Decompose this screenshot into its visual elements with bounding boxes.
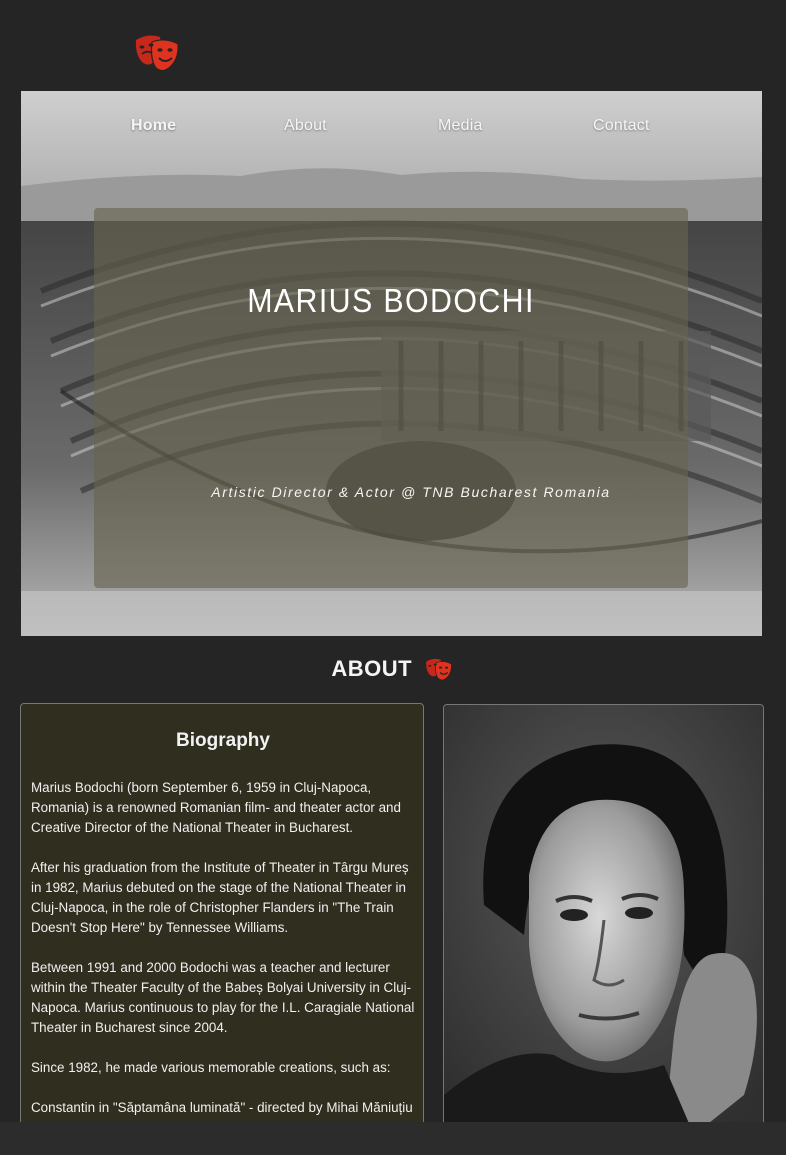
bio-paragraph: Since 1982, he made various memorable cr… bbox=[31, 1060, 391, 1075]
hero-overlay-card: MARIUS BODOCHI Artistic Director & Actor… bbox=[94, 208, 688, 588]
bio-paragraph: Marius Bodochi (born September 6, 1959 i… bbox=[31, 780, 401, 835]
bio-paragraph: After his graduation from the Institute … bbox=[31, 860, 409, 935]
hero-banner: Home About Media Contact MARIUS BODOCHI … bbox=[21, 91, 762, 636]
biography-panel: Biography Marius Bodochi (born September… bbox=[20, 703, 424, 1133]
bottom-bar bbox=[0, 1122, 786, 1155]
theater-masks-icon bbox=[425, 659, 452, 681]
about-heading: ABOUT bbox=[0, 656, 786, 682]
about-heading-label: ABOUT bbox=[331, 656, 413, 681]
hero-title: MARIUS BODOCHI bbox=[247, 282, 535, 319]
biography-text: Marius Bodochi (born September 6, 1959 i… bbox=[31, 778, 417, 1132]
main-nav: Home About Media Contact bbox=[21, 117, 762, 141]
theater-masks-icon[interactable] bbox=[134, 34, 184, 74]
nav-about[interactable]: About bbox=[284, 117, 327, 135]
portrait-photo bbox=[443, 704, 764, 1136]
bio-paragraph: Constantin in "Săptamâna luminată" - dir… bbox=[31, 1100, 413, 1115]
portrait-image bbox=[444, 705, 763, 1135]
biography-title: Biography bbox=[176, 730, 270, 751]
nav-contact[interactable]: Contact bbox=[593, 117, 650, 135]
bio-paragraph: Between 1991 and 2000 Bodochi was a teac… bbox=[31, 960, 415, 1035]
nav-media[interactable]: Media bbox=[438, 117, 483, 135]
hero-subtitle: Artistic Director & Actor @ TNB Buchares… bbox=[211, 484, 611, 500]
nav-home[interactable]: Home bbox=[131, 117, 176, 135]
